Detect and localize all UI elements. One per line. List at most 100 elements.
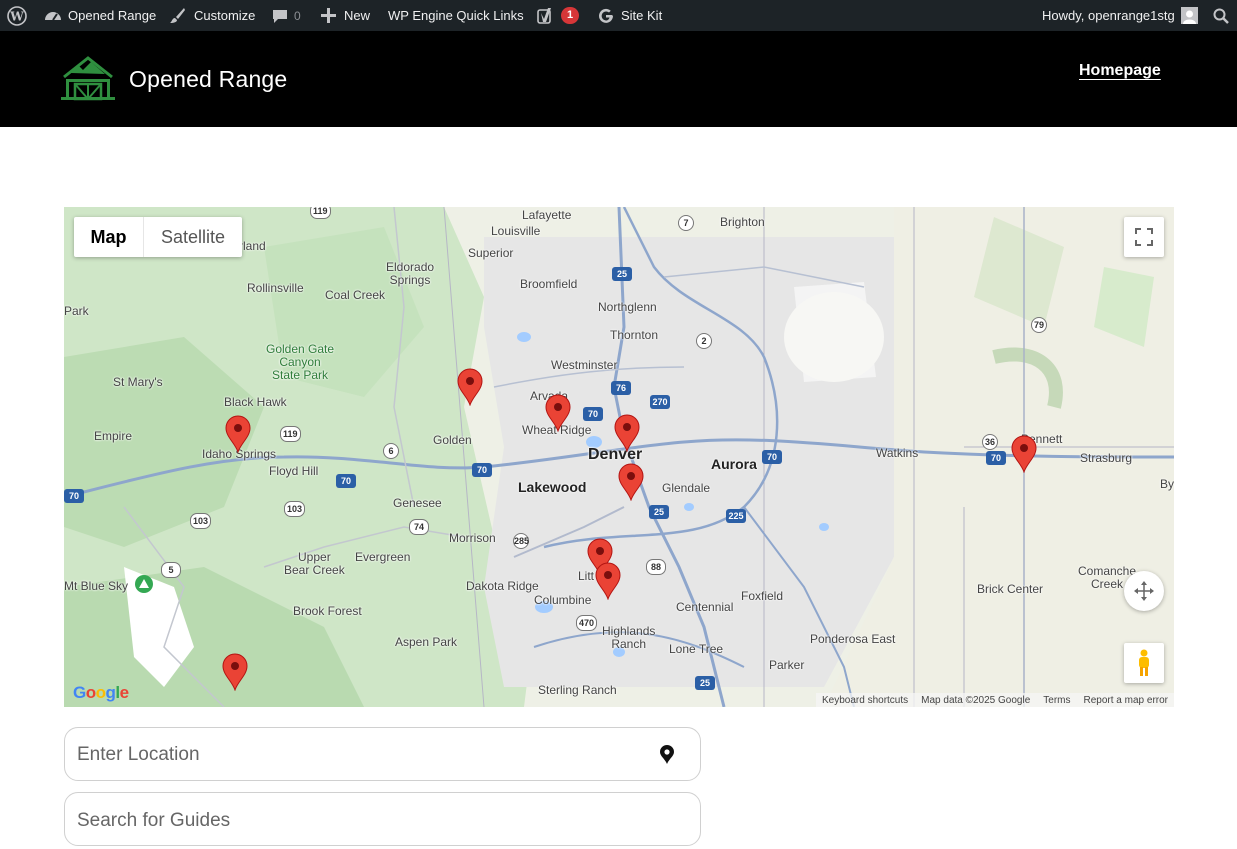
map-label: Northglenn	[598, 300, 657, 314]
route-shield: 7	[678, 215, 694, 231]
route-shield: 103	[190, 513, 212, 529]
map-label: Coal Creek	[325, 288, 386, 302]
route-shield: 76	[611, 381, 631, 395]
admin-bar: W Opened Range Customize 0 New WP Engine…	[0, 0, 1237, 31]
street-view-pegman[interactable]	[1124, 643, 1164, 683]
route-shield: 88	[646, 559, 666, 575]
camera-control-button[interactable]	[1124, 571, 1164, 611]
nav-homepage[interactable]: Homepage	[1079, 62, 1161, 80]
yoast-seo-menu[interactable]: 1	[537, 0, 579, 31]
map-marker-pin[interactable]	[457, 368, 483, 406]
comments-count: 0	[294, 8, 301, 23]
fullscreen-button[interactable]	[1124, 217, 1164, 257]
map-label: Louisville	[491, 224, 541, 238]
new-label: New	[344, 8, 371, 23]
map-city-label: Aurora	[711, 456, 757, 472]
map-label: Westminster	[551, 358, 618, 372]
fullscreen-icon	[1135, 228, 1153, 246]
route-shield: 36	[982, 434, 998, 450]
map-label: Morrison	[449, 531, 496, 545]
new-content-link[interactable]: New	[321, 0, 370, 31]
route-shield: 119	[310, 207, 331, 219]
admin-site-name[interactable]: Opened Range	[44, 0, 156, 31]
site-header: Opened Range Homepage	[0, 31, 1237, 127]
map-label: Superior	[468, 246, 514, 260]
map-label: St Mary's	[113, 375, 163, 389]
map-label: Brighton	[720, 215, 765, 229]
map-label: Black Hawk	[224, 395, 287, 409]
report-error-link[interactable]: Report a map error	[1084, 695, 1168, 706]
guides-search-input[interactable]	[75, 793, 639, 849]
site-title[interactable]: Opened Range	[129, 66, 287, 93]
dashboard-icon	[45, 11, 61, 21]
google-g-icon	[599, 8, 613, 23]
map-label: Brick Center	[977, 582, 1044, 596]
route-shield: 70	[336, 474, 356, 488]
keyboard-shortcuts-link[interactable]: Keyboard shortcuts	[822, 695, 908, 706]
map-label: Eldorado Springs	[386, 260, 435, 287]
map-label: Parker	[769, 658, 805, 672]
route-shield: 70	[64, 489, 84, 503]
avatar	[1180, 7, 1198, 24]
customize-link[interactable]: Customize	[169, 0, 255, 31]
map-label: Broomfield	[520, 277, 578, 291]
wordpress-logo-icon[interactable]: W	[7, 0, 27, 31]
map-label: Empire	[94, 429, 133, 443]
map-type-map-button[interactable]: Map	[74, 217, 144, 257]
route-shield: 285	[513, 533, 529, 549]
my-account-menu[interactable]: Howdy, openrange1stg	[1042, 0, 1198, 31]
google-map[interactable]: Lafayette Brighton rland Louisville Supe…	[64, 207, 1174, 707]
map-label: Floyd Hill	[269, 464, 319, 478]
map-label: Dakota Ridge	[466, 579, 539, 593]
route-shield: 470	[576, 615, 598, 631]
site-logo[interactable]	[61, 55, 115, 101]
map-label: Centennial	[676, 600, 734, 614]
map-marker-pin[interactable]	[545, 394, 571, 432]
map-label: Glendale	[662, 481, 711, 495]
site-kit-label: Site Kit	[621, 8, 663, 23]
route-shield: 79	[1031, 317, 1047, 333]
map-label: Sterling Ranch	[538, 683, 617, 697]
map-marker-pin[interactable]	[618, 463, 644, 501]
park-icon	[135, 575, 153, 593]
yoast-icon	[537, 7, 551, 24]
map-label: Mt Blue Sky	[64, 579, 129, 593]
terms-link[interactable]: Terms	[1043, 695, 1070, 706]
map-type-control: Map Satellite	[74, 217, 242, 257]
map-label: Columbine	[534, 593, 592, 607]
map-city-label: Lakewood	[518, 479, 587, 495]
map-marker-pin[interactable]	[595, 562, 621, 600]
map-label: rland	[239, 239, 266, 253]
site-kit-menu[interactable]: Site Kit	[598, 0, 662, 31]
route-shield: 103	[284, 501, 306, 517]
map-type-satellite-button[interactable]: Satellite	[144, 217, 242, 257]
route-shield: 25	[612, 267, 632, 281]
comments-link[interactable]: 0	[272, 0, 301, 31]
quick-links-label: WP Engine Quick Links	[388, 8, 524, 23]
map-park-label: Golden Gate Canyon State Park	[266, 342, 335, 382]
map-label: Golden	[433, 433, 472, 447]
google-logo: Google	[73, 683, 129, 702]
location-pin-icon[interactable]	[659, 745, 675, 765]
yoast-badge: 1	[561, 7, 579, 24]
map-marker-pin[interactable]	[1011, 435, 1037, 473]
map-marker-pin[interactable]	[225, 415, 251, 453]
location-input[interactable]	[75, 728, 639, 782]
map-label: Genesee	[393, 496, 442, 510]
map-label: Watkins	[876, 446, 919, 460]
map-label: Ponderosa East	[810, 632, 896, 646]
route-shield: 2	[696, 333, 712, 349]
route-shield: 70	[986, 451, 1006, 465]
map-marker-pin[interactable]	[222, 653, 248, 691]
map-label: Lone Tree	[669, 642, 724, 656]
wp-engine-quick-links[interactable]: WP Engine Quick Links	[388, 0, 524, 31]
map-marker-pin[interactable]	[614, 414, 640, 452]
map-label: Upper Bear Creek	[284, 550, 345, 577]
route-shield: 225	[726, 509, 746, 523]
search-icon[interactable]	[1213, 0, 1229, 31]
map-label: Aspen Park	[395, 635, 458, 649]
map-label: Highlands Ranch	[602, 624, 656, 651]
map-label: Brook Forest	[293, 604, 362, 618]
map-label: Park	[64, 304, 89, 318]
route-shield: 70	[472, 463, 492, 477]
